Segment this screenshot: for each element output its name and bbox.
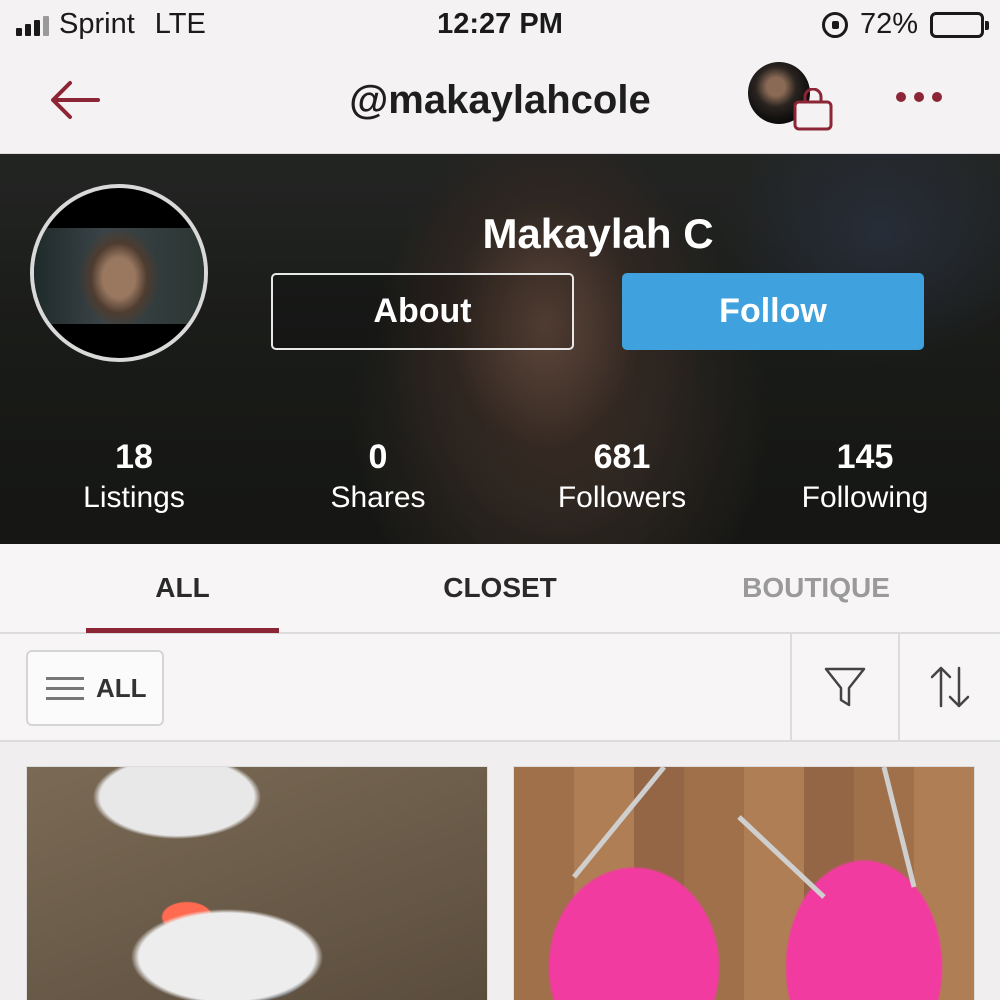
status-bar: Sprint LTE 12:27 PM 72% — [0, 0, 1000, 50]
shopping-bag-icon[interactable] — [792, 87, 836, 132]
bikini-straps — [572, 767, 917, 899]
filter-bar: ALL — [0, 634, 1000, 742]
about-button[interactable]: About — [271, 273, 574, 350]
stat-label: Following — [801, 481, 929, 514]
closet-tabs: ALL CLOSET BOUTIQUE — [0, 544, 1000, 634]
category-label: ALL — [96, 672, 147, 703]
stat-label: Shares — [330, 481, 426, 514]
stat-value: 18 — [115, 438, 153, 476]
stat-shares[interactable]: 0 Shares — [258, 438, 498, 515]
status-right: 72% — [821, 8, 989, 41]
active-tab-indicator — [86, 628, 279, 633]
battery-icon — [930, 11, 989, 38]
follow-button[interactable]: Follow — [622, 273, 924, 350]
listing-card-bikini-top[interactable] — [513, 766, 975, 1000]
filter-button[interactable] — [790, 634, 898, 740]
tab-closet[interactable]: CLOSET — [400, 572, 600, 604]
tab-boutique[interactable]: BOUTIQUE — [716, 572, 916, 604]
profile-name: Makaylah C — [482, 210, 714, 257]
more-dots-icon[interactable] — [896, 92, 942, 102]
stat-value: 681 — [593, 438, 651, 476]
stat-label: Followers — [557, 481, 687, 514]
menu-icon — [46, 676, 84, 700]
orientation-lock-icon — [821, 11, 848, 38]
stat-listings[interactable]: 18 Listings — [14, 438, 254, 515]
profile-header: Makaylah C About Follow 18 Listings 0 Sh… — [0, 154, 1000, 544]
filter-funnel-icon — [824, 667, 866, 707]
stat-following[interactable]: 145 Following — [745, 438, 985, 515]
stat-value: 145 — [836, 438, 894, 476]
sort-arrows-icon — [930, 666, 970, 708]
listings-grid — [0, 742, 1000, 1000]
stat-label: Listings — [83, 481, 185, 514]
profile-avatar[interactable] — [30, 184, 208, 362]
stat-value: 0 — [368, 438, 388, 476]
nav-bar: @makaylahcole — [0, 50, 1000, 154]
stat-followers[interactable]: 681 Followers — [502, 438, 742, 515]
listing-card-sneakers[interactable] — [26, 766, 488, 1000]
battery-percent: 72% — [859, 8, 918, 40]
page-title: @makaylahcole — [349, 78, 651, 122]
tab-all[interactable]: ALL — [86, 572, 279, 604]
category-button[interactable]: ALL — [26, 650, 164, 726]
sort-button[interactable] — [898, 634, 1000, 740]
